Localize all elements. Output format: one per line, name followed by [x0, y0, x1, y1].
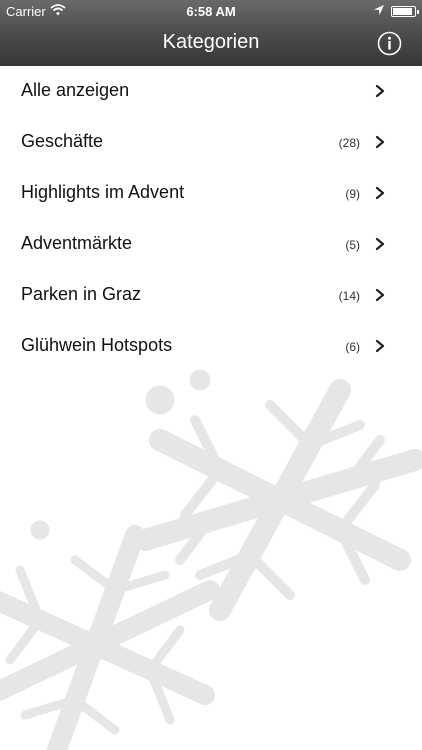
- category-label: Glühwein Hotspots: [21, 335, 173, 355]
- category-list: Alle anzeigen Geschäfte (28) Highlights im …: [0, 66, 422, 372]
- status-time: 6:58 AM: [186, 4, 236, 19]
- info-button[interactable]: [377, 31, 402, 56]
- chevron-right-icon: [375, 288, 385, 302]
- location-arrow-icon: [373, 4, 385, 19]
- category-label: Alle anzeigen: [21, 80, 130, 100]
- category-count: (9): [345, 187, 360, 201]
- battery-fill: [393, 8, 413, 15]
- category-count: (5): [345, 238, 360, 252]
- list-item[interactable]: Glühwein Hotspots (6): [0, 321, 422, 372]
- battery-icon: [391, 6, 419, 17]
- chevron-right-icon: [375, 84, 385, 98]
- chevron-right-icon: [375, 339, 385, 353]
- category-count: (28): [338, 136, 360, 150]
- navigation-header: Carrier 6:58 AM Kategorien: [0, 0, 422, 66]
- category-count: (6): [345, 340, 360, 354]
- chevron-right-icon: [375, 135, 385, 149]
- list-item[interactable]: Parken in Graz (14): [0, 270, 422, 321]
- category-label: Adventmärkte: [21, 233, 133, 253]
- status-bar: Carrier 6:58 AM: [0, 0, 422, 22]
- list-item[interactable]: Adventmärkte (5): [0, 219, 422, 270]
- list-item[interactable]: Geschäfte (28): [0, 117, 422, 168]
- category-count: (14): [338, 289, 360, 303]
- list-item[interactable]: Alle anzeigen: [0, 66, 422, 117]
- category-label: Parken in Graz: [21, 284, 142, 304]
- page-title: Kategorien: [162, 31, 260, 53]
- snowflake-background: [0, 369, 422, 750]
- category-label: Geschäfte: [21, 131, 104, 151]
- chevron-right-icon: [375, 186, 385, 200]
- category-label: Highlights im Advent: [21, 182, 185, 202]
- info-icon: [377, 31, 402, 56]
- chevron-right-icon: [375, 237, 385, 251]
- list-item[interactable]: Highlights im Advent (9): [0, 168, 422, 219]
